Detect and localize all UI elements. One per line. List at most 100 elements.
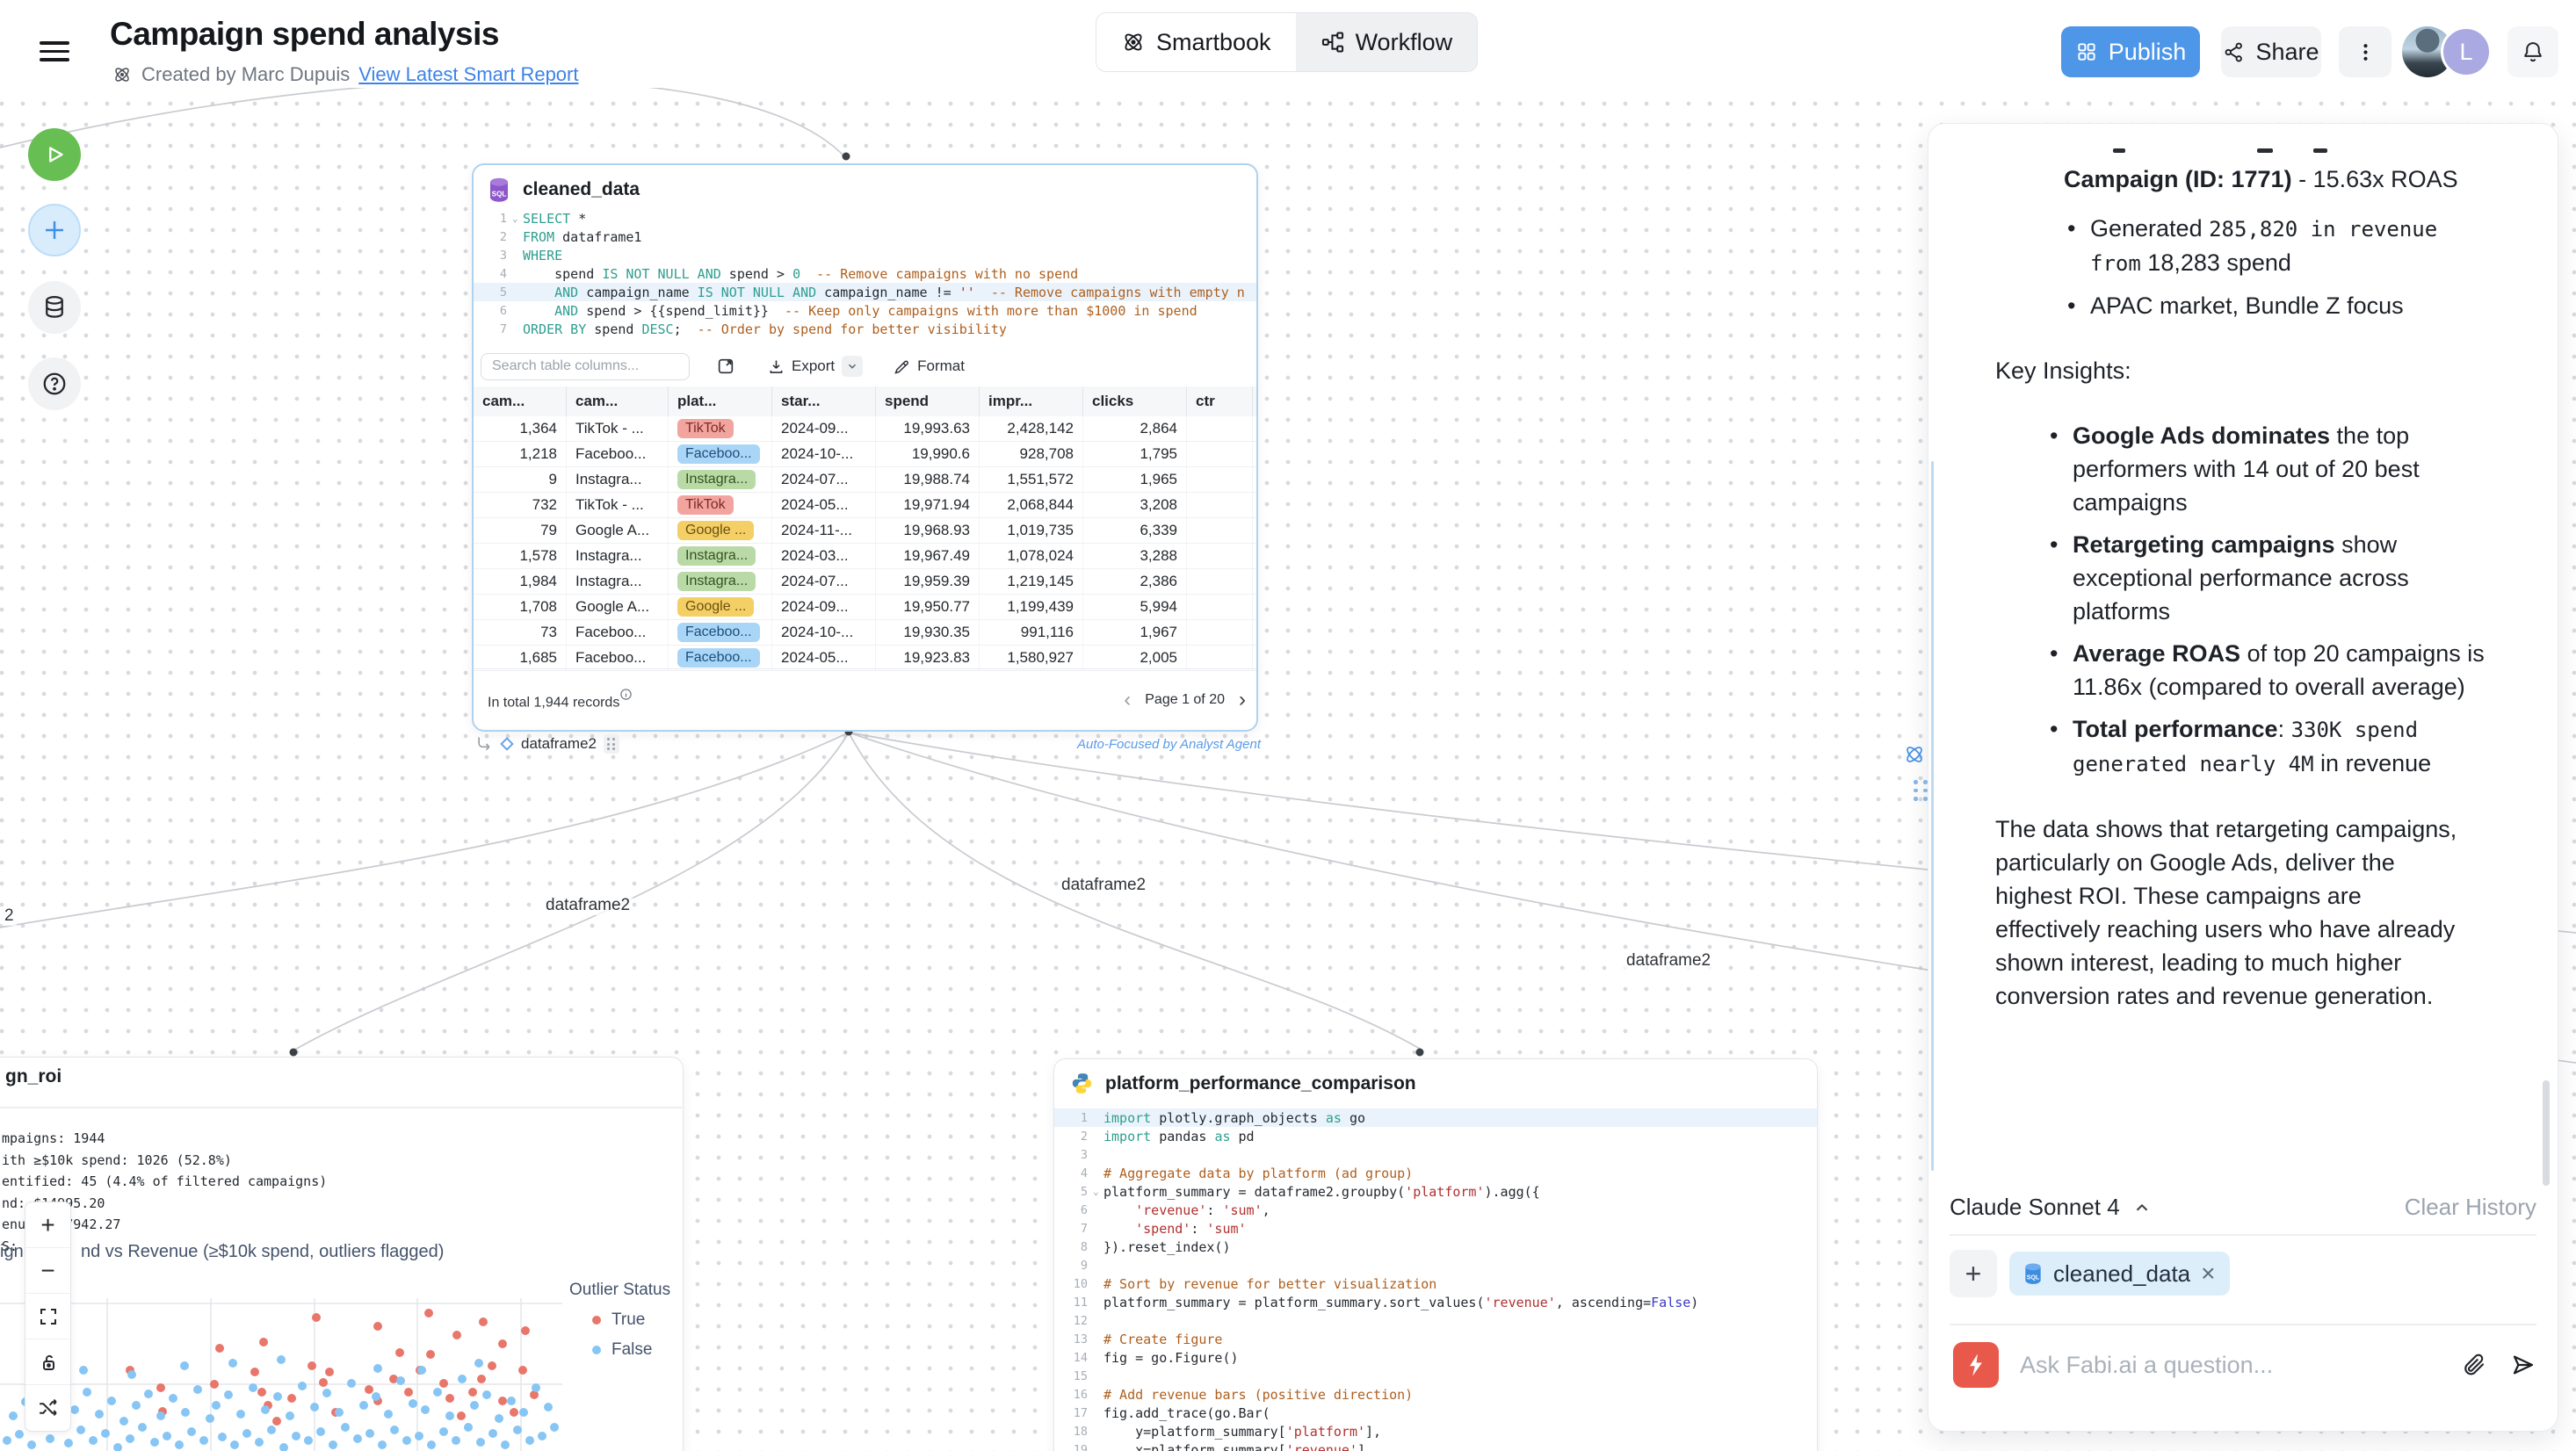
code-line[interactable]: 11platform_summary = platform_summary.so… bbox=[1054, 1293, 1817, 1311]
table-header-cell[interactable]: spend bbox=[876, 386, 980, 416]
attach-button[interactable] bbox=[2461, 1352, 2487, 1378]
context-chip[interactable]: SQL cleaned_data × bbox=[2009, 1252, 2230, 1296]
table-header-cell[interactable]: impr... bbox=[980, 386, 1083, 416]
code-line[interactable]: 6 AND spend > {{spend_limit}} -- Keep on… bbox=[474, 301, 1256, 320]
code-line[interactable]: 16# Add revenue bars (positive direction… bbox=[1054, 1385, 1817, 1404]
expand-table-button[interactable] bbox=[716, 357, 735, 376]
share-button[interactable]: Share bbox=[2221, 26, 2321, 77]
table-row[interactable]: 1,984Instagra...Instagra...2024-07...19,… bbox=[474, 569, 1258, 595]
fold-chevron-icon[interactable]: ⌄ bbox=[512, 213, 523, 224]
scatter-point bbox=[242, 1429, 251, 1438]
code-line[interactable]: 7ORDER BY spend DESC; -- Order by spend … bbox=[474, 320, 1256, 338]
prev-page-button[interactable]: ‹ bbox=[1124, 689, 1131, 711]
code-line[interactable]: 15 bbox=[1054, 1367, 1817, 1385]
chevron-down-icon bbox=[846, 360, 858, 372]
tab-workflow[interactable]: Workflow bbox=[1296, 13, 1478, 71]
table-cell: 19,968.93 bbox=[876, 518, 980, 543]
table-header-cell[interactable]: plat... bbox=[669, 386, 772, 416]
code-line[interactable]: 1import plotly.graph_objects as go bbox=[1054, 1108, 1817, 1127]
code-line[interactable]: 5⌄platform_summary = dataframe2.groupby(… bbox=[1054, 1182, 1817, 1201]
code-line[interactable]: 4# Aggregate data by platform (ad group) bbox=[1054, 1164, 1817, 1182]
code-line[interactable]: 2import pandas as pd bbox=[1054, 1127, 1817, 1145]
legend-item[interactable]: True bbox=[592, 1310, 670, 1330]
drag-dots-icon[interactable] bbox=[1914, 780, 1928, 801]
code-line[interactable]: 5 AND campaign_name IS NOT NULL AND camp… bbox=[474, 283, 1256, 301]
menu-icon[interactable] bbox=[40, 41, 69, 64]
table-row[interactable]: 9Instagra...Instagra...2024-07...19,988.… bbox=[474, 467, 1258, 493]
drag-handle[interactable] bbox=[604, 734, 619, 754]
chip-close-icon[interactable]: × bbox=[2201, 1260, 2215, 1288]
dataframe-output-label[interactable]: dataframe2 bbox=[521, 735, 597, 753]
code-line[interactable]: 7 'spend': 'sum' bbox=[1054, 1219, 1817, 1238]
model-selector[interactable]: Claude Sonnet 4 bbox=[1950, 1194, 2152, 1221]
run-workflow-button[interactable] bbox=[28, 128, 81, 181]
fullscreen-button[interactable] bbox=[25, 1294, 70, 1339]
next-page-button[interactable]: › bbox=[1239, 689, 1246, 711]
format-button[interactable]: Format bbox=[893, 357, 965, 376]
code-line[interactable]: 9 bbox=[1054, 1256, 1817, 1274]
search-input[interactable] bbox=[481, 353, 690, 380]
tab-smartbook[interactable]: Smartbook bbox=[1096, 13, 1296, 71]
table-cell: Google A... bbox=[567, 595, 669, 619]
python-editor[interactable]: 1import plotly.graph_objects as go2impor… bbox=[1054, 1108, 1817, 1451]
export-options-button[interactable] bbox=[842, 356, 863, 377]
code-line[interactable]: 12 bbox=[1054, 1311, 1817, 1330]
code-line[interactable]: 18 y=platform_summary['platform'], bbox=[1054, 1422, 1817, 1440]
platform-performance-node[interactable]: platform_performance_comparison 1import … bbox=[1053, 1058, 1818, 1451]
add-node-button[interactable] bbox=[28, 204, 81, 256]
cleaned-data-node[interactable]: SQL cleaned_data 1⌄SELECT *2FROM datafra… bbox=[472, 163, 1258, 732]
table-row[interactable]: 1,708Google A...Google ...2024-09...19,9… bbox=[474, 595, 1258, 620]
table-row[interactable]: 79Google A...Google ...2024-11-...19,968… bbox=[474, 518, 1258, 544]
add-context-button[interactable]: + bbox=[1950, 1250, 1997, 1297]
fold-chevron-icon[interactable]: ⌄ bbox=[1093, 1186, 1103, 1197]
lock-button[interactable] bbox=[25, 1339, 70, 1385]
code-line[interactable]: 14fig = go.Figure() bbox=[1054, 1348, 1817, 1367]
code-line[interactable]: 4 spend IS NOT NULL AND spend > 0 -- Rem… bbox=[474, 264, 1256, 283]
smart-report-link[interactable]: View Latest Smart Report bbox=[358, 63, 578, 86]
table-row[interactable]: 1,364TikTok - ...TikTok2024-09...19,993.… bbox=[474, 416, 1258, 442]
more-menu-button[interactable] bbox=[2339, 26, 2391, 77]
table-cell: Faceboo... bbox=[567, 646, 669, 670]
publish-button[interactable]: Publish bbox=[2061, 26, 2200, 77]
scatter-point bbox=[64, 1439, 73, 1447]
clear-history-button[interactable]: Clear History bbox=[2405, 1194, 2536, 1221]
code-line[interactable]: 10# Sort by revenue for better visualiza… bbox=[1054, 1274, 1817, 1293]
code-line[interactable]: 1⌄SELECT * bbox=[474, 209, 1256, 227]
scrollbar-thumb[interactable] bbox=[2543, 1080, 2550, 1186]
code-line[interactable]: 17fig.add_trace(go.Bar( bbox=[1054, 1404, 1817, 1422]
help-button[interactable] bbox=[28, 357, 81, 410]
send-button[interactable] bbox=[2510, 1352, 2536, 1378]
code-line[interactable]: 8}).reset_index() bbox=[1054, 1238, 1817, 1256]
table-header-cell[interactable]: clicks bbox=[1083, 386, 1187, 416]
avatar[interactable]: L bbox=[2441, 26, 2492, 77]
code-line[interactable]: 3WHERE bbox=[474, 246, 1256, 264]
table-row[interactable]: 1,685Faceboo...Faceboo...2024-05...19,92… bbox=[474, 646, 1258, 671]
scatter-point bbox=[132, 1401, 141, 1410]
scatter-point bbox=[83, 1388, 91, 1397]
legend-item[interactable]: False bbox=[592, 1340, 670, 1360]
zoom-out-button[interactable]: − bbox=[25, 1248, 70, 1294]
question-input[interactable] bbox=[2020, 1352, 2438, 1379]
atom-icon[interactable] bbox=[1903, 743, 1926, 766]
table-header-cell[interactable]: cam... bbox=[474, 386, 567, 416]
table-header-cell[interactable]: cam... bbox=[567, 386, 669, 416]
shuffle-button[interactable] bbox=[25, 1385, 70, 1431]
table-header-cell[interactable]: star... bbox=[772, 386, 876, 416]
code-line[interactable]: 3 bbox=[1054, 1145, 1817, 1164]
notifications-button[interactable] bbox=[2507, 26, 2558, 77]
table-row[interactable]: 73Faceboo...Faceboo...2024-10-...19,930.… bbox=[474, 620, 1258, 646]
table-header-cell[interactable]: ctr bbox=[1187, 386, 1253, 416]
code-line[interactable]: 6 'revenue': 'sum', bbox=[1054, 1201, 1817, 1219]
code-line[interactable]: 2FROM dataframe1 bbox=[474, 227, 1256, 246]
table-row[interactable]: 1,578Instagra...Instagra...2024-03...19,… bbox=[474, 544, 1258, 569]
code-line[interactable]: 13# Create figure bbox=[1054, 1330, 1817, 1348]
export-button[interactable]: Export bbox=[767, 357, 835, 376]
table-row[interactable]: 732TikTok - ...TikTok2024-05...19,971.94… bbox=[474, 493, 1258, 518]
code-line[interactable]: 19 x=platform_summary['revenue'], bbox=[1054, 1440, 1817, 1451]
zoom-in-button[interactable]: + bbox=[25, 1202, 70, 1248]
table-row[interactable]: 1,218Faceboo...Faceboo...2024-10-...19,9… bbox=[474, 442, 1258, 467]
sql-editor[interactable]: 1⌄SELECT *2FROM dataframe13WHERE4 spend … bbox=[474, 209, 1256, 338]
legend[interactable]: Outlier Status TrueFalse bbox=[569, 1281, 670, 1360]
data-sources-button[interactable] bbox=[28, 281, 81, 334]
scatter-point bbox=[286, 1411, 294, 1420]
